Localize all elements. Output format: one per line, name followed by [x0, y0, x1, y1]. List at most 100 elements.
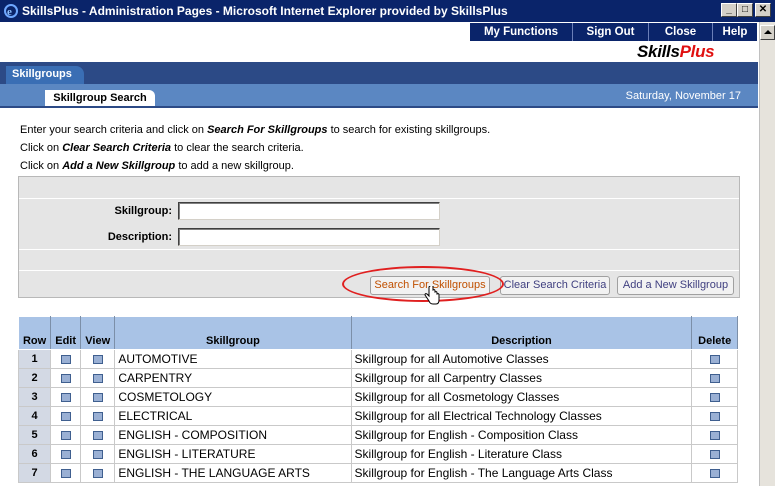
instr2-post: to clear the search criteria.	[171, 142, 304, 154]
help-link[interactable]: Help	[712, 23, 757, 41]
view-icon[interactable]	[92, 431, 103, 441]
edit-cell[interactable]	[50, 463, 82, 483]
skillgroup-label: Skillgroup:	[114, 205, 172, 217]
edit-icon[interactable]	[60, 355, 71, 365]
edit-cell[interactable]	[50, 444, 82, 464]
instr3-post: to add a new skillgroup.	[175, 160, 294, 172]
table-row: 1 AUTOMOTIVE Skillgroup for all Automotive…	[17, 349, 738, 369]
delete-icon[interactable]	[709, 412, 720, 422]
scroll-up-arrow-icon[interactable]	[760, 25, 775, 40]
column-header-description: Description	[350, 316, 693, 350]
description-label: Description:	[107, 231, 172, 243]
edit-cell[interactable]	[50, 406, 82, 426]
view-icon[interactable]	[92, 450, 103, 460]
clear-search-criteria-button[interactable]: Clear Search Criteria	[500, 276, 610, 295]
table-row: 7 ENGLISH - THE LANGUAGE ARTS Skillgroup f…	[17, 463, 738, 483]
view-cell[interactable]	[80, 463, 116, 483]
window-titlebar: e SkillsPlus - Administration Pages - Mi…	[0, 0, 775, 22]
sign-out-link[interactable]: Sign Out	[572, 23, 648, 41]
instruction-line-3: Click on Add a New Skillgroup to add a n…	[20, 160, 294, 172]
instr1-pre: Enter your search criteria and click on	[20, 124, 208, 136]
my-functions-link[interactable]: My Functions	[470, 23, 572, 41]
delete-cell[interactable]	[691, 444, 738, 464]
function-nav: My Functions Sign Out Close Help	[470, 23, 757, 41]
instruction-line-2: Click on Clear Search Criteria to clear …	[20, 142, 304, 154]
skillgroup-cell: ENGLISH - LITERATURE	[114, 444, 352, 464]
delete-cell[interactable]	[691, 425, 738, 445]
delete-icon[interactable]	[709, 374, 720, 384]
edit-icon[interactable]	[60, 469, 71, 479]
delete-icon[interactable]	[709, 431, 720, 441]
delete-icon[interactable]	[709, 450, 720, 460]
instr2-bold: Clear Search Criteria	[62, 142, 172, 154]
instr3-bold: Add a New Skillgroup	[62, 160, 176, 172]
edit-cell[interactable]	[50, 368, 82, 388]
tab-skillgroup-search[interactable]: Skillgroup Search	[45, 90, 155, 106]
column-header-row: Row	[17, 316, 52, 350]
current-date: Saturday, November 17	[625, 90, 741, 102]
view-cell[interactable]	[80, 425, 116, 445]
delete-cell[interactable]	[691, 387, 738, 407]
view-icon[interactable]	[92, 412, 103, 422]
view-icon[interactable]	[92, 355, 103, 365]
delete-icon[interactable]	[709, 469, 720, 479]
column-header-view: View	[80, 316, 116, 350]
instruction-line-1: Enter your search criteria and click on …	[20, 124, 490, 136]
delete-icon[interactable]	[709, 393, 720, 403]
add-new-skillgroup-button[interactable]: Add a New Skillgroup	[617, 276, 734, 295]
view-cell[interactable]	[80, 349, 116, 369]
instr2-pre: Click on	[20, 142, 63, 154]
edit-icon[interactable]	[60, 450, 71, 460]
description-cell: Skillgroup for all Cosmetology Classes	[350, 387, 693, 407]
maximize-button[interactable]: □	[737, 3, 753, 17]
instr3-pre: Click on	[20, 160, 63, 172]
description-cell: Skillgroup for English - Composition Cla…	[350, 425, 693, 445]
edit-icon[interactable]	[60, 374, 71, 384]
row-number: 7	[17, 463, 52, 483]
description-cell: Skillgroup for English - The Language Ar…	[350, 463, 693, 483]
hand-cursor-icon	[424, 286, 440, 305]
view-cell[interactable]	[80, 444, 116, 464]
view-cell[interactable]	[80, 406, 116, 426]
edit-icon[interactable]	[60, 412, 71, 422]
edit-icon[interactable]	[60, 431, 71, 441]
description-input[interactable]	[178, 228, 440, 246]
close-link[interactable]: Close	[648, 23, 712, 41]
tab-skillgroups[interactable]: Skillgroups	[6, 66, 84, 84]
view-icon[interactable]	[92, 469, 103, 479]
internet-explorer-icon: e	[4, 4, 18, 18]
table-row: 4 ELECTRICAL Skillgroup for all Electrical…	[17, 406, 738, 426]
delete-cell[interactable]	[691, 406, 738, 426]
row-number: 1	[17, 349, 52, 369]
edit-cell[interactable]	[50, 425, 82, 445]
delete-cell[interactable]	[691, 368, 738, 388]
results-table: Row Edit View Skillgroup Description Del…	[17, 316, 738, 483]
row-number: 5	[17, 425, 52, 445]
close-window-button[interactable]: ✕	[755, 3, 771, 17]
vertical-scrollbar[interactable]	[759, 22, 775, 486]
skillgroup-cell: ELECTRICAL	[114, 406, 352, 426]
skillsplus-logo: SkillsPlus	[637, 42, 715, 62]
view-cell[interactable]	[80, 387, 116, 407]
delete-cell[interactable]	[691, 463, 738, 483]
skillgroup-cell: ENGLISH - THE LANGUAGE ARTS	[114, 463, 352, 483]
view-icon[interactable]	[92, 374, 103, 384]
delete-cell[interactable]	[691, 349, 738, 369]
description-cell: Skillgroup for all Automotive Classes	[350, 349, 693, 369]
delete-icon[interactable]	[709, 355, 720, 365]
skillgroup-cell: AUTOMOTIVE	[114, 349, 352, 369]
description-cell: Skillgroup for all Electrical Technology…	[350, 406, 693, 426]
edit-icon[interactable]	[60, 393, 71, 403]
skillgroup-input[interactable]	[178, 202, 440, 220]
edit-cell[interactable]	[50, 387, 82, 407]
row-number: 6	[17, 444, 52, 464]
panel-separator	[19, 198, 739, 199]
view-cell[interactable]	[80, 368, 116, 388]
skillgroup-cell: CARPENTRY	[114, 368, 352, 388]
edit-cell[interactable]	[50, 349, 82, 369]
row-number: 4	[17, 406, 52, 426]
skillgroup-cell: ENGLISH - COMPOSITION	[114, 425, 352, 445]
view-icon[interactable]	[92, 393, 103, 403]
table-row: 3 COSMETOLOGY Skillgroup for all Cosmetolo…	[17, 387, 738, 407]
minimize-button[interactable]: _	[721, 3, 737, 17]
